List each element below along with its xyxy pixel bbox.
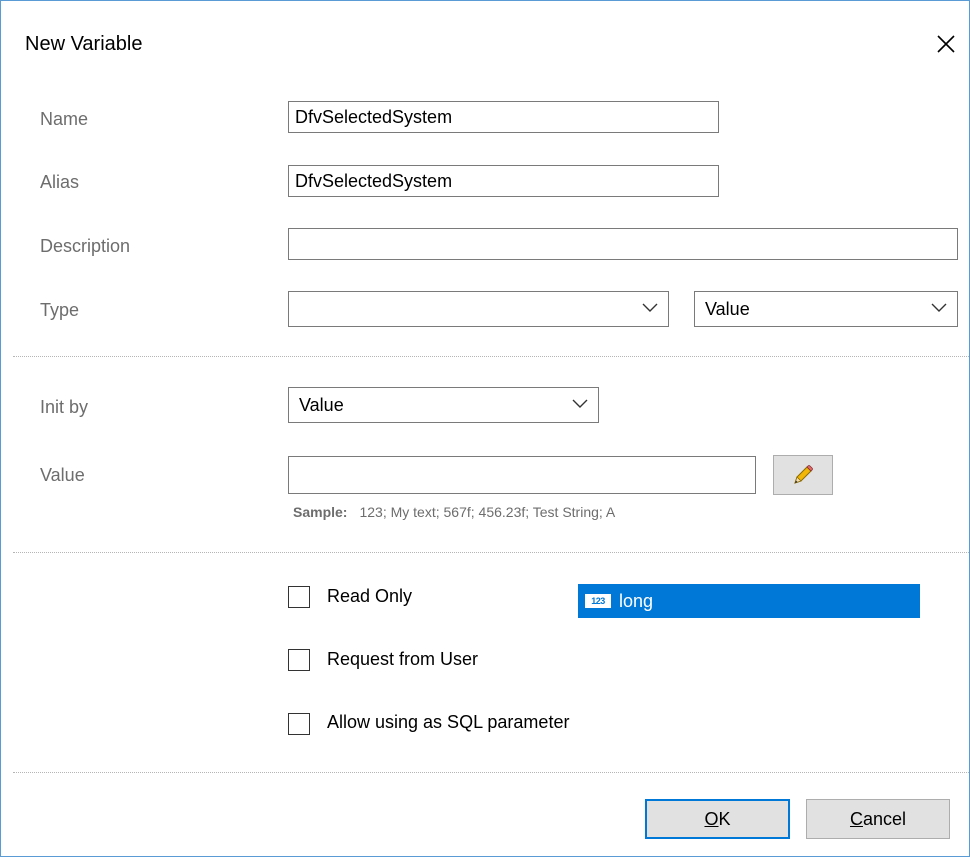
alias-input[interactable]: DfvSelectedSystem (288, 165, 719, 197)
description-input[interactable] (288, 228, 958, 260)
request-from-user-checkbox[interactable] (288, 649, 310, 671)
sql-parameter-label: Allow using as SQL parameter (327, 712, 570, 732)
type-dropdown[interactable]: 123 long (288, 291, 920, 618)
cancel-mnemonic: C (849, 808, 863, 829)
edit-value-button[interactable] (773, 455, 833, 495)
separator (13, 772, 969, 773)
ok-button[interactable]: OK (645, 799, 790, 839)
cancel-button[interactable]: Cancel (806, 799, 950, 839)
name-input[interactable]: DfvSelectedSystem (288, 101, 719, 133)
sample-hint: Sample: 123; My text; 567f; 456.23f; Test… (293, 504, 615, 520)
close-icon (937, 35, 955, 53)
sample-text: 123; My text; 567f; 456.23f; Test String… (359, 504, 616, 520)
separator (13, 552, 969, 553)
read-only-checkbox[interactable] (288, 586, 310, 608)
ok-mnemonic: O (704, 808, 719, 829)
ok-label-rest: K (718, 808, 731, 829)
cancel-label-rest: ancel (862, 808, 907, 829)
alias-label: Alias (40, 172, 80, 192)
init-by-label: Init by (40, 397, 89, 417)
close-button[interactable] (931, 29, 961, 59)
init-by-value: Value (299, 394, 344, 415)
new-variable-dialog: New Variable Name DfvSelectedSystem Alia… (0, 0, 970, 857)
chevron-down-icon (931, 303, 947, 312)
sql-parameter-checkbox[interactable] (288, 713, 310, 735)
value-label: Value (40, 465, 85, 485)
chevron-down-icon (572, 399, 588, 408)
name-label: Name (40, 109, 89, 129)
value-input[interactable] (288, 456, 756, 494)
init-by-dropdown[interactable]: Value (288, 387, 599, 423)
type-kind-dropdown[interactable]: Value (694, 291, 958, 327)
description-label: Description (40, 236, 131, 256)
type-selected-item: 123 long (578, 584, 920, 618)
chevron-down-icon (642, 303, 658, 312)
pencil-icon (794, 465, 813, 484)
separator (13, 356, 969, 357)
request-from-user-label: Request from User (327, 649, 479, 669)
read-only-label: Read Only (327, 586, 413, 606)
type-label: Type (40, 300, 80, 320)
sample-label: Sample: (293, 504, 348, 520)
numeric-type-icon: 123 (585, 594, 611, 608)
type-selected-value: long (619, 590, 654, 611)
type-kind-value: Value (705, 298, 750, 319)
dialog-title: New Variable (25, 33, 143, 55)
